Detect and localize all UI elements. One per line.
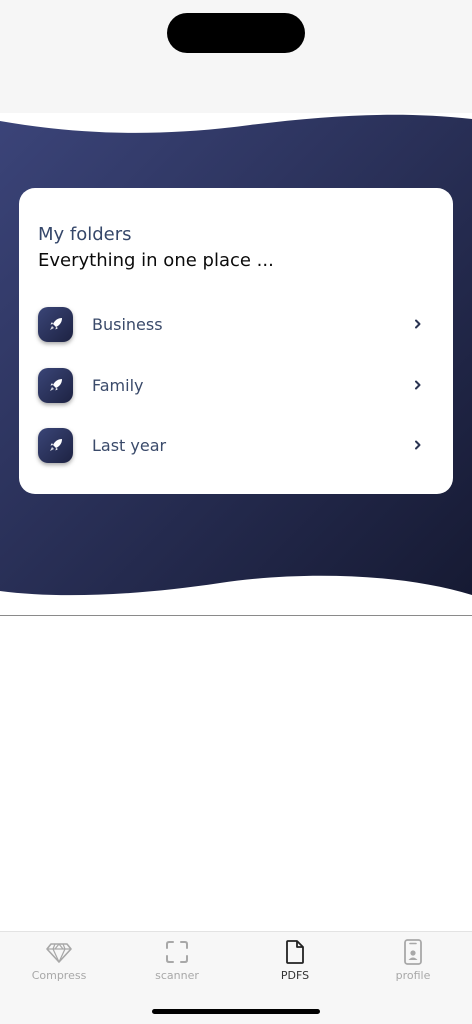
tab-label: Compress <box>31 969 87 982</box>
tab-compress[interactable]: Compress <box>0 938 118 988</box>
folders-card: My folders Everything in one place ... B… <box>19 188 453 494</box>
folder-label: Business <box>92 314 163 334</box>
app-screen: My folders Everything in one place ... B… <box>0 0 472 1024</box>
tab-pdfs[interactable]: PDFS <box>236 938 354 988</box>
tab-scanner[interactable]: scanner <box>118 938 236 988</box>
tab-label: scanner <box>155 969 199 982</box>
folder-row-family[interactable]: Family <box>38 367 424 403</box>
scan-frame-icon <box>166 941 188 963</box>
dynamic-island <box>167 13 305 53</box>
tab-profile[interactable]: profile <box>354 938 472 988</box>
tab-label: profile <box>395 969 431 982</box>
document-icon <box>286 940 304 964</box>
chevron-right-icon <box>412 439 424 451</box>
rocket-icon <box>38 367 73 403</box>
id-badge-icon <box>404 939 422 965</box>
card-title: My folders <box>38 224 132 245</box>
folder-label: Family <box>92 375 144 395</box>
diamond-icon <box>46 943 72 963</box>
chevron-right-icon <box>412 318 424 330</box>
tab-label: PDFS <box>280 969 310 982</box>
folder-row-business[interactable]: Business <box>38 306 424 342</box>
status-area <box>0 0 472 114</box>
chevron-right-icon <box>412 379 424 391</box>
home-indicator[interactable] <box>152 1009 320 1014</box>
rocket-icon <box>38 306 73 342</box>
folder-label: Last year <box>92 435 167 455</box>
folder-row-last-year[interactable]: Last year <box>38 427 424 463</box>
card-subtitle: Everything in one place ... <box>38 250 274 271</box>
rocket-icon <box>38 427 73 463</box>
